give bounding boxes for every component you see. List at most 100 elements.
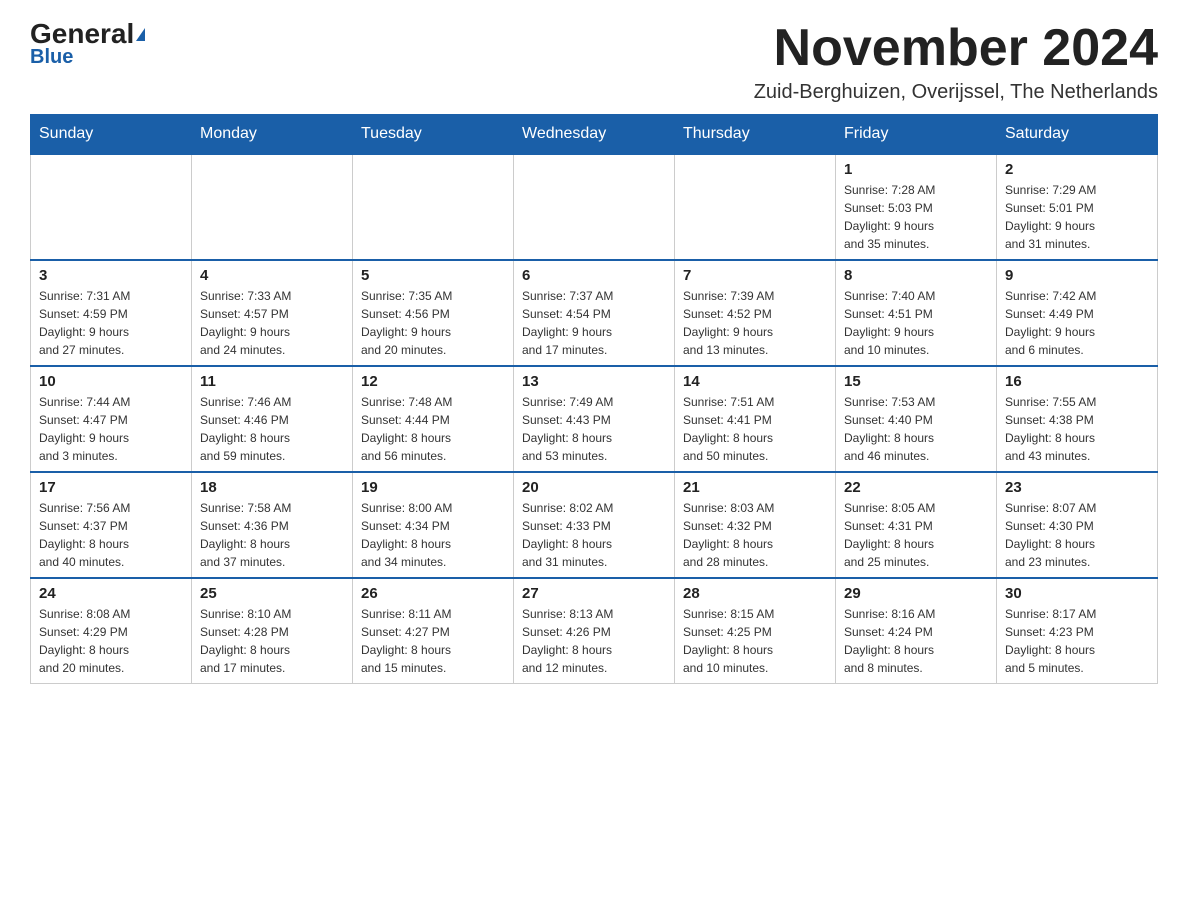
day-info: Sunrise: 7:42 AMSunset: 4:49 PMDaylight:…: [1005, 287, 1149, 359]
day-cell: 14Sunrise: 7:51 AMSunset: 4:41 PMDayligh…: [675, 366, 836, 472]
day-number: 10: [39, 373, 183, 390]
day-number: 7: [683, 267, 827, 284]
day-number: 24: [39, 585, 183, 602]
day-number: 13: [522, 373, 666, 390]
day-number: 3: [39, 267, 183, 284]
day-cell: 2 Sunrise: 7:29 AMSunset: 5:01 PMDaylight…: [997, 154, 1158, 260]
day-info: Sunrise: 8:08 AMSunset: 4:29 PMDaylight:…: [39, 605, 183, 677]
day-cell: 18 Sunrise: 7:58 AMSunset: 4:36 PMDayligh…: [192, 472, 353, 578]
day-cell: 17 Sunrise: 7:56 AMSunset: 4:37 PMDayligh…: [31, 472, 192, 578]
day-info: Sunrise: 7:31 AMSunset: 4:59 PMDaylight:…: [39, 287, 183, 359]
day-info: Sunrise: 7:29 AMSunset: 5:01 PMDaylight:…: [1005, 181, 1149, 253]
column-header-thursday: Thursday: [675, 115, 836, 155]
day-cell: 26 Sunrise: 8:11 AMSunset: 4:27 PMDayligh…: [353, 578, 514, 684]
day-cell: 6Sunrise: 7:37 AMSunset: 4:54 PMDaylight…: [514, 260, 675, 366]
day-info: Sunrise: 7:58 AMSunset: 4:36 PMDaylight:…: [200, 499, 344, 571]
day-info: Sunrise: 8:16 AMSunset: 4:24 PMDaylight:…: [844, 605, 988, 677]
day-number: 23: [1005, 479, 1149, 496]
logo-text: General: [30, 20, 145, 48]
day-info: Sunrise: 7:56 AMSunset: 4:37 PMDaylight:…: [39, 499, 183, 571]
day-number: 6: [522, 267, 666, 284]
calendar-title-area: November 2024 Zuid-Berghuizen, Overijsse…: [754, 20, 1158, 104]
day-cell: [514, 154, 675, 260]
day-cell: 10Sunrise: 7:44 AMSunset: 4:47 PMDayligh…: [31, 366, 192, 472]
day-info: Sunrise: 8:15 AMSunset: 4:25 PMDaylight:…: [683, 605, 827, 677]
day-cell: 4Sunrise: 7:33 AMSunset: 4:57 PMDaylight…: [192, 260, 353, 366]
day-cell: [675, 154, 836, 260]
day-info: Sunrise: 7:39 AMSunset: 4:52 PMDaylight:…: [683, 287, 827, 359]
day-cell: 20 Sunrise: 8:02 AMSunset: 4:33 PMDayligh…: [514, 472, 675, 578]
day-number: 5: [361, 267, 505, 284]
day-cell: 13 Sunrise: 7:49 AMSunset: 4:43 PMDayligh…: [514, 366, 675, 472]
week-row-5: 24 Sunrise: 8:08 AMSunset: 4:29 PMDayligh…: [31, 578, 1158, 684]
day-cell: 25Sunrise: 8:10 AMSunset: 4:28 PMDayligh…: [192, 578, 353, 684]
day-cell: 21Sunrise: 8:03 AMSunset: 4:32 PMDayligh…: [675, 472, 836, 578]
column-header-tuesday: Tuesday: [353, 115, 514, 155]
day-number: 29: [844, 585, 988, 602]
day-number: 22: [844, 479, 988, 496]
day-number: 27: [522, 585, 666, 602]
day-cell: [192, 154, 353, 260]
day-number: 18: [200, 479, 344, 496]
day-number: 15: [844, 373, 988, 390]
day-info: Sunrise: 8:05 AMSunset: 4:31 PMDaylight:…: [844, 499, 988, 571]
day-info: Sunrise: 7:46 AMSunset: 4:46 PMDaylight:…: [200, 393, 344, 465]
day-cell: 7 Sunrise: 7:39 AMSunset: 4:52 PMDaylight…: [675, 260, 836, 366]
day-cell: 23 Sunrise: 8:07 AMSunset: 4:30 PMDayligh…: [997, 472, 1158, 578]
day-cell: 24 Sunrise: 8:08 AMSunset: 4:29 PMDayligh…: [31, 578, 192, 684]
day-cell: 1Sunrise: 7:28 AMSunset: 5:03 PMDaylight…: [836, 154, 997, 260]
day-info: Sunrise: 7:35 AMSunset: 4:56 PMDaylight:…: [361, 287, 505, 359]
day-cell: 9Sunrise: 7:42 AMSunset: 4:49 PMDaylight…: [997, 260, 1158, 366]
day-cell: [353, 154, 514, 260]
day-info: Sunrise: 7:53 AMSunset: 4:40 PMDaylight:…: [844, 393, 988, 465]
day-info: Sunrise: 7:49 AMSunset: 4:43 PMDaylight:…: [522, 393, 666, 465]
day-cell: 11 Sunrise: 7:46 AMSunset: 4:46 PMDayligh…: [192, 366, 353, 472]
day-cell: 19 Sunrise: 8:00 AMSunset: 4:34 PMDayligh…: [353, 472, 514, 578]
column-header-wednesday: Wednesday: [514, 115, 675, 155]
calendar-header-row: SundayMondayTuesdayWednesdayThursdayFrid…: [31, 115, 1158, 155]
page-header: General Blue November 2024 Zuid-Berghuiz…: [30, 20, 1158, 104]
day-info: Sunrise: 7:48 AMSunset: 4:44 PMDaylight:…: [361, 393, 505, 465]
day-info: Sunrise: 8:02 AMSunset: 4:33 PMDaylight:…: [522, 499, 666, 571]
day-cell: 28 Sunrise: 8:15 AMSunset: 4:25 PMDayligh…: [675, 578, 836, 684]
column-header-sunday: Sunday: [31, 115, 192, 155]
week-row-2: 3 Sunrise: 7:31 AMSunset: 4:59 PMDaylight…: [31, 260, 1158, 366]
day-cell: 8 Sunrise: 7:40 AMSunset: 4:51 PMDaylight…: [836, 260, 997, 366]
day-cell: 12 Sunrise: 7:48 AMSunset: 4:44 PMDayligh…: [353, 366, 514, 472]
day-cell: [31, 154, 192, 260]
day-cell: 22 Sunrise: 8:05 AMSunset: 4:31 PMDayligh…: [836, 472, 997, 578]
day-info: Sunrise: 7:40 AMSunset: 4:51 PMDaylight:…: [844, 287, 988, 359]
day-info: Sunrise: 8:11 AMSunset: 4:27 PMDaylight:…: [361, 605, 505, 677]
day-info: Sunrise: 8:13 AMSunset: 4:26 PMDaylight:…: [522, 605, 666, 677]
logo: General Blue: [30, 20, 145, 69]
day-number: 20: [522, 479, 666, 496]
calendar-table: SundayMondayTuesdayWednesdayThursdayFrid…: [30, 114, 1158, 684]
day-cell: 16Sunrise: 7:55 AMSunset: 4:38 PMDayligh…: [997, 366, 1158, 472]
day-number: 12: [361, 373, 505, 390]
day-cell: 3 Sunrise: 7:31 AMSunset: 4:59 PMDaylight…: [31, 260, 192, 366]
day-cell: 27 Sunrise: 8:13 AMSunset: 4:26 PMDayligh…: [514, 578, 675, 684]
day-info: Sunrise: 8:03 AMSunset: 4:32 PMDaylight:…: [683, 499, 827, 571]
day-cell: 5 Sunrise: 7:35 AMSunset: 4:56 PMDaylight…: [353, 260, 514, 366]
day-number: 2: [1005, 161, 1149, 178]
day-info: Sunrise: 8:07 AMSunset: 4:30 PMDaylight:…: [1005, 499, 1149, 571]
day-number: 11: [200, 373, 344, 390]
location-title: Zuid-Berghuizen, Overijssel, The Netherl…: [754, 81, 1158, 104]
column-header-friday: Friday: [836, 115, 997, 155]
day-number: 19: [361, 479, 505, 496]
day-info: Sunrise: 8:10 AMSunset: 4:28 PMDaylight:…: [200, 605, 344, 677]
column-header-saturday: Saturday: [997, 115, 1158, 155]
day-number: 17: [39, 479, 183, 496]
column-header-monday: Monday: [192, 115, 353, 155]
day-number: 8: [844, 267, 988, 284]
day-number: 4: [200, 267, 344, 284]
month-title: November 2024: [754, 20, 1158, 77]
day-info: Sunrise: 7:28 AMSunset: 5:03 PMDaylight:…: [844, 181, 988, 253]
day-info: Sunrise: 8:00 AMSunset: 4:34 PMDaylight:…: [361, 499, 505, 571]
day-number: 26: [361, 585, 505, 602]
day-number: 28: [683, 585, 827, 602]
day-cell: 29 Sunrise: 8:16 AMSunset: 4:24 PMDayligh…: [836, 578, 997, 684]
week-row-4: 17 Sunrise: 7:56 AMSunset: 4:37 PMDayligh…: [31, 472, 1158, 578]
day-cell: 15 Sunrise: 7:53 AMSunset: 4:40 PMDayligh…: [836, 366, 997, 472]
day-number: 30: [1005, 585, 1149, 602]
